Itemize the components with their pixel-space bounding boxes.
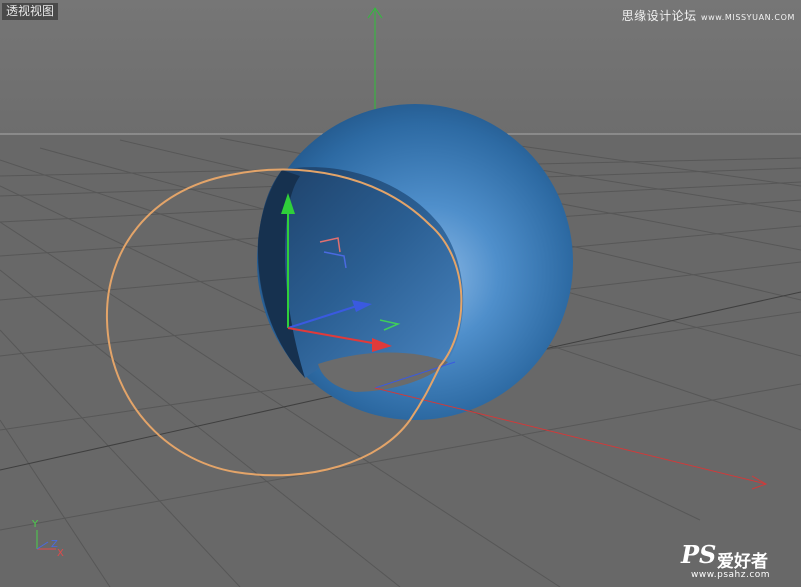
- watermark-bottom: PS 爱好者 www.psahz.com: [681, 540, 793, 582]
- gizmo-y-label: Y: [31, 519, 39, 530]
- gizmo-x-label: X: [57, 548, 64, 559]
- viewport-title[interactable]: 透视视图: [2, 3, 59, 20]
- watermark-top-site: www.MISSYUAN.COM: [701, 13, 795, 22]
- watermark-bottom-url: www.psahz.com: [691, 570, 771, 580]
- watermark-logo: PS: [681, 540, 717, 569]
- watermark-top: 思缘设计论坛 www.MISSYUAN.COM: [622, 7, 795, 24]
- 3d-scene[interactable]: Y Z X: [0, 0, 801, 587]
- watermark-top-chinese: 思缘设计论坛: [621, 9, 697, 23]
- watermark-bottom-chinese: 爱好者: [717, 552, 768, 572]
- perspective-viewport[interactable]: Y Z X 透视视图 思缘设计论坛 www.MISSYUAN.COM PS 爱好…: [0, 0, 801, 587]
